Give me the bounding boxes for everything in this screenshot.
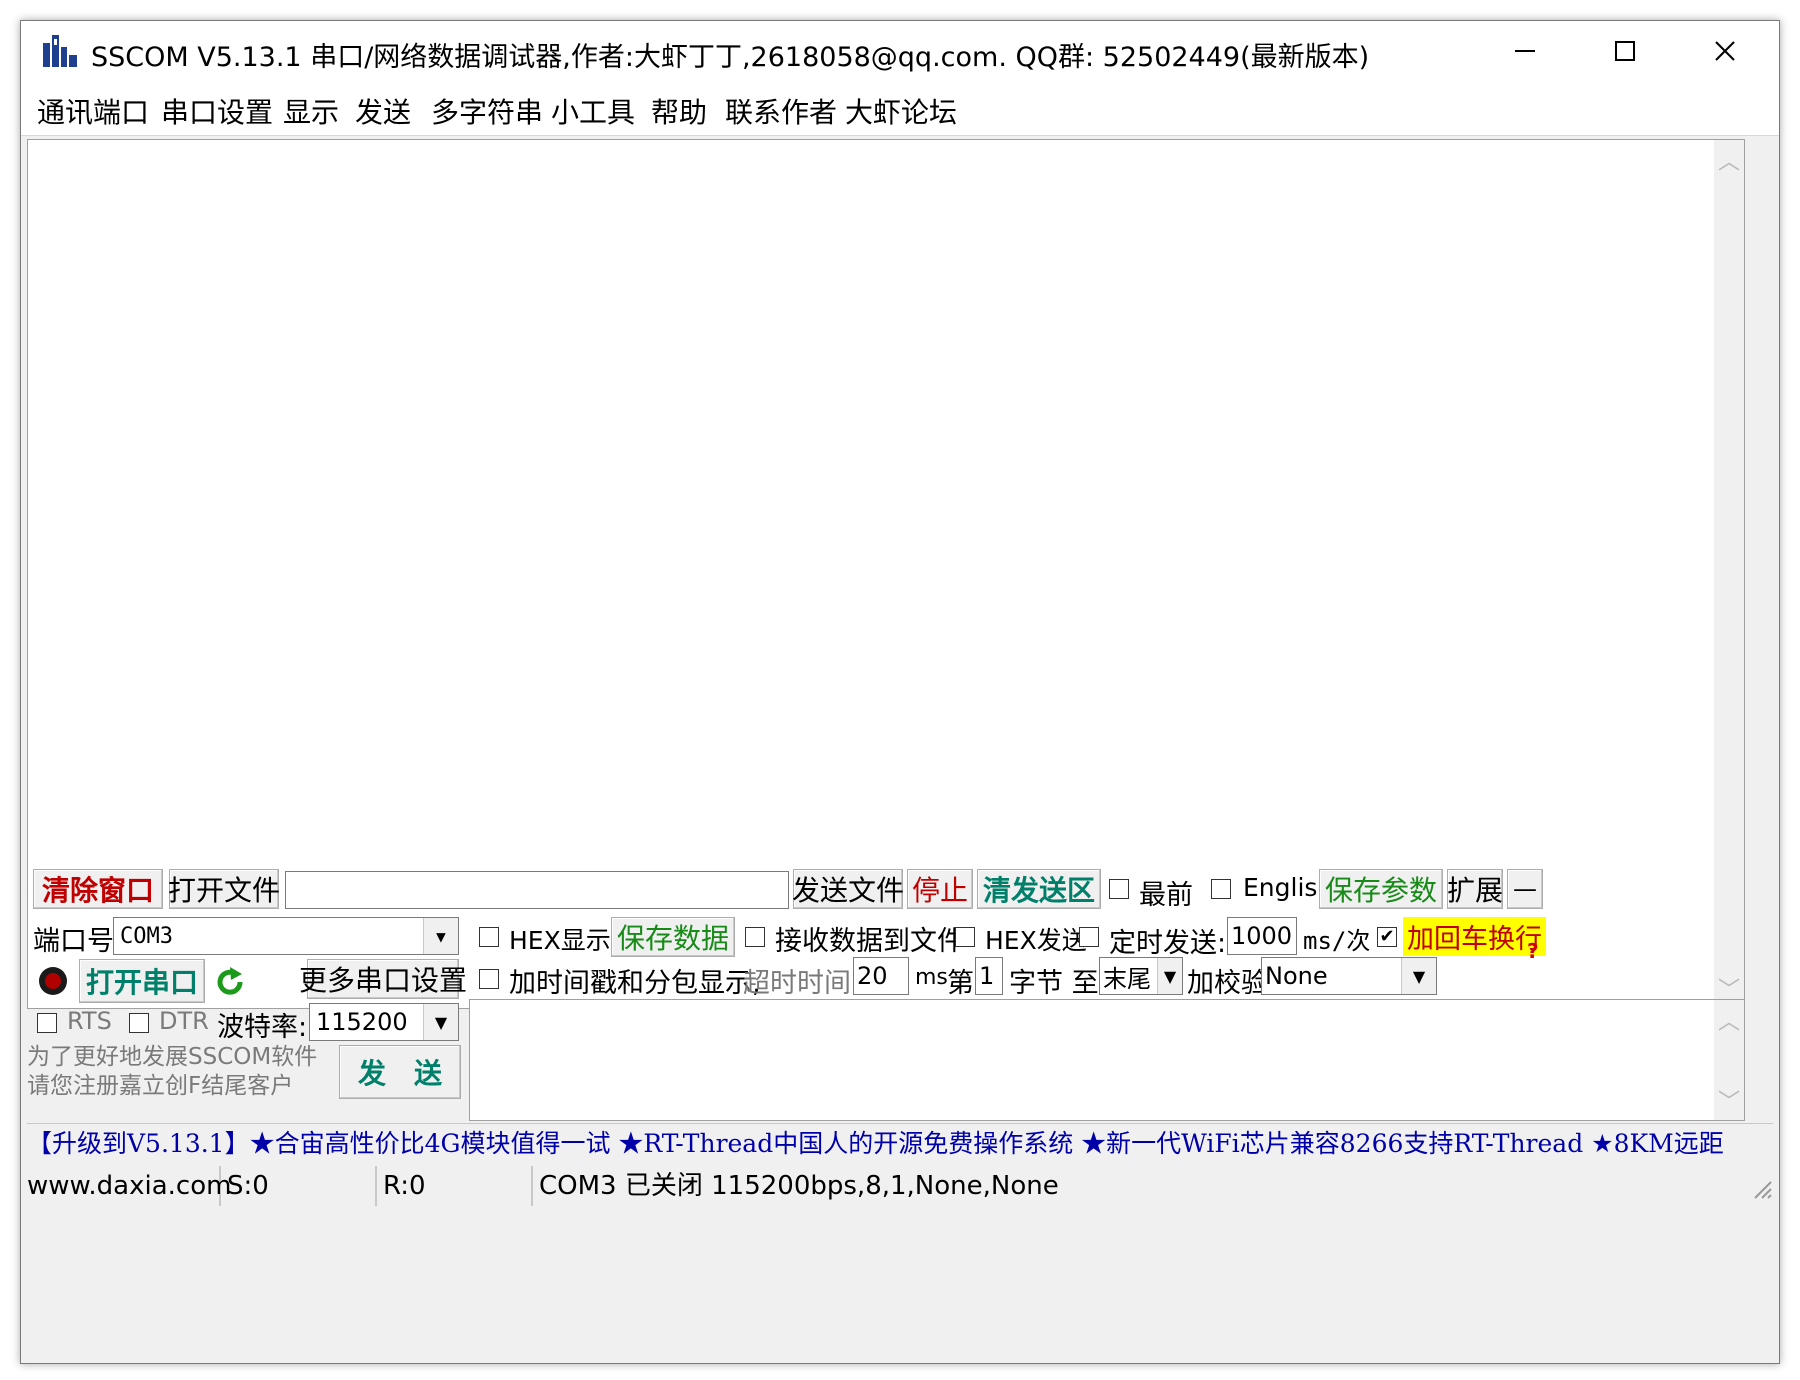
checksum-value: None: [1265, 962, 1328, 990]
topmost-label: 最前: [1139, 880, 1193, 911]
status-received-count: R:0: [377, 1166, 533, 1206]
add-crlf-checkbox[interactable]: ✔: [1377, 927, 1397, 947]
status-sent-count: S:0: [221, 1166, 377, 1206]
app-icon: [43, 35, 77, 67]
clear-send-button[interactable]: 清发送区: [977, 869, 1101, 909]
hex-display-label: HEX显示: [509, 926, 611, 955]
help-icon[interactable]: ?: [1527, 939, 1539, 963]
hex-display-checkbox[interactable]: [479, 927, 499, 947]
recv-to-file-label: 接收数据到文件: [775, 926, 964, 957]
menu-forum[interactable]: 大虾论坛: [845, 91, 957, 131]
timestamp-label: 加时间戳和分包显示,: [509, 968, 761, 999]
english-checkbox[interactable]: [1211, 879, 1231, 899]
status-bar: www.daxia.com S:0 R:0 COM3 已关闭 115200bps…: [21, 1166, 1779, 1206]
timestamp-checkbox[interactable]: [479, 969, 499, 989]
byte-start-input[interactable]: 1: [975, 957, 1003, 995]
byte-end-select[interactable]: 末尾 ▼: [1099, 957, 1183, 995]
timed-send-label: 定时发送:: [1109, 928, 1227, 959]
save-data-button[interactable]: 保存数据: [611, 917, 735, 957]
checksum-select[interactable]: None ▼: [1261, 957, 1437, 995]
menu-contact-author[interactable]: 联系作者: [725, 91, 837, 131]
dtr-label: DTR: [159, 1007, 209, 1035]
menu-help[interactable]: 帮助: [651, 91, 707, 131]
port-label: 端口号: [33, 926, 114, 957]
baud-select[interactable]: 115200 ▼: [309, 1003, 459, 1041]
timeout-label: 超时时间:: [743, 968, 861, 999]
minimize-icon: [1515, 50, 1535, 52]
timed-send-checkbox[interactable]: [1079, 927, 1099, 947]
close-button[interactable]: [1675, 21, 1775, 81]
send-button[interactable]: 发 送: [339, 1045, 461, 1099]
collapse-button[interactable]: —: [1507, 869, 1543, 909]
menu-multi-string[interactable]: 多字符串: [431, 91, 543, 131]
open-port-button[interactable]: 打开串口: [79, 959, 205, 1003]
interval-unit: ms/次: [1303, 927, 1371, 955]
receive-scrollbar[interactable]: ︿ ﹀: [1714, 140, 1744, 1008]
add-crlf-label: 加回车换行: [1403, 917, 1546, 956]
byte-prefix: 第: [947, 968, 974, 999]
menu-comm-port[interactable]: 通讯端口: [37, 91, 149, 131]
resize-grip-icon[interactable]: [1749, 1176, 1773, 1200]
menu-display[interactable]: 显示: [283, 91, 339, 131]
send-scrollbar[interactable]: ︿ ﹀: [1714, 1000, 1744, 1120]
sscom-window: SSCOM V5.13.1 串口/网络数据调试器,作者:大虾丁丁,2618058…: [20, 20, 1780, 1364]
file-path-input[interactable]: [285, 871, 789, 909]
promo-line-2: 请您注册嘉立创F结尾客户: [27, 1073, 294, 1099]
status-port-state: COM3 已关闭 115200bps,8,1,None,None: [539, 1171, 1059, 1201]
byte-end-dropdown-icon[interactable]: ▼: [1157, 958, 1182, 994]
baud-value: 115200: [316, 1008, 408, 1036]
interval-input[interactable]: 1000: [1227, 917, 1297, 955]
minimize-button[interactable]: [1475, 21, 1575, 81]
dtr-checkbox[interactable]: [129, 1013, 149, 1033]
checksum-dropdown-icon[interactable]: ▼: [1401, 958, 1436, 994]
hex-send-checkbox[interactable]: [955, 927, 975, 947]
checksum-label: 加校验: [1187, 968, 1268, 999]
close-icon: [1715, 41, 1735, 61]
maximize-button[interactable]: [1575, 21, 1675, 81]
stop-button[interactable]: 停止: [907, 869, 973, 909]
send-scroll-down-icon[interactable]: ﹀: [1714, 1084, 1744, 1116]
window-title: SSCOM V5.13.1 串口/网络数据调试器,作者:大虾丁丁,2618058…: [91, 42, 1370, 73]
menu-bar: 通讯端口 串口设置 显示 发送 多字符串 小工具 帮助 联系作者 大虾论坛: [21, 81, 1779, 136]
recv-to-file-checkbox[interactable]: [745, 927, 765, 947]
refresh-icon[interactable]: [213, 965, 247, 999]
port-value: COM3: [120, 923, 173, 949]
promo-banner[interactable]: 【升级到V5.13.1】★合宙高性价比4G模块值得一试 ★RT-Thread中国…: [27, 1123, 1773, 1164]
more-serial-settings-button[interactable]: 更多串口设置: [299, 959, 467, 999]
expand-button[interactable]: 扩展: [1447, 869, 1503, 909]
promo-text: 为了更好地发展SSCOM软件 请您注册嘉立创F结尾客户: [27, 1043, 327, 1105]
menu-tools[interactable]: 小工具: [551, 91, 635, 131]
status-website: www.daxia.com: [21, 1166, 231, 1206]
clear-window-button[interactable]: 清除窗口: [33, 869, 163, 909]
baud-label: 波特率:: [217, 1012, 308, 1043]
baud-dropdown-icon[interactable]: ▼: [423, 1004, 458, 1040]
menu-serial-settings[interactable]: 串口设置: [161, 91, 273, 131]
byte-end-value: 末尾: [1103, 964, 1151, 993]
scroll-up-icon[interactable]: ︿: [1714, 144, 1744, 176]
checkmark-icon: ✔: [1379, 926, 1395, 947]
maximize-icon: [1615, 41, 1635, 61]
topmost-checkbox[interactable]: [1109, 879, 1129, 899]
promo-line-1: 为了更好地发展SSCOM软件: [27, 1044, 318, 1070]
port-select[interactable]: COM3 ▼: [113, 917, 459, 955]
open-file-button[interactable]: 打开文件: [168, 869, 280, 909]
timeout-unit: ms: [915, 965, 948, 990]
send-scroll-up-icon[interactable]: ︿: [1714, 1004, 1744, 1036]
timeout-input[interactable]: 20: [853, 957, 909, 995]
byte-suffix: 字节 至: [1009, 968, 1099, 999]
save-params-button[interactable]: 保存参数: [1319, 869, 1443, 909]
menu-send[interactable]: 发送: [355, 91, 411, 131]
hex-send-label: HEX发送: [985, 926, 1087, 955]
rts-checkbox[interactable]: [37, 1013, 57, 1033]
send-text-area[interactable]: ︿ ﹀: [469, 999, 1745, 1121]
title-bar: SSCOM V5.13.1 串口/网络数据调试器,作者:大虾丁丁,2618058…: [21, 21, 1779, 81]
rts-label: RTS: [67, 1007, 112, 1035]
send-file-button[interactable]: 发送文件: [792, 869, 904, 909]
port-status-led-icon: [39, 967, 67, 995]
port-dropdown-icon[interactable]: ▼: [423, 918, 458, 954]
